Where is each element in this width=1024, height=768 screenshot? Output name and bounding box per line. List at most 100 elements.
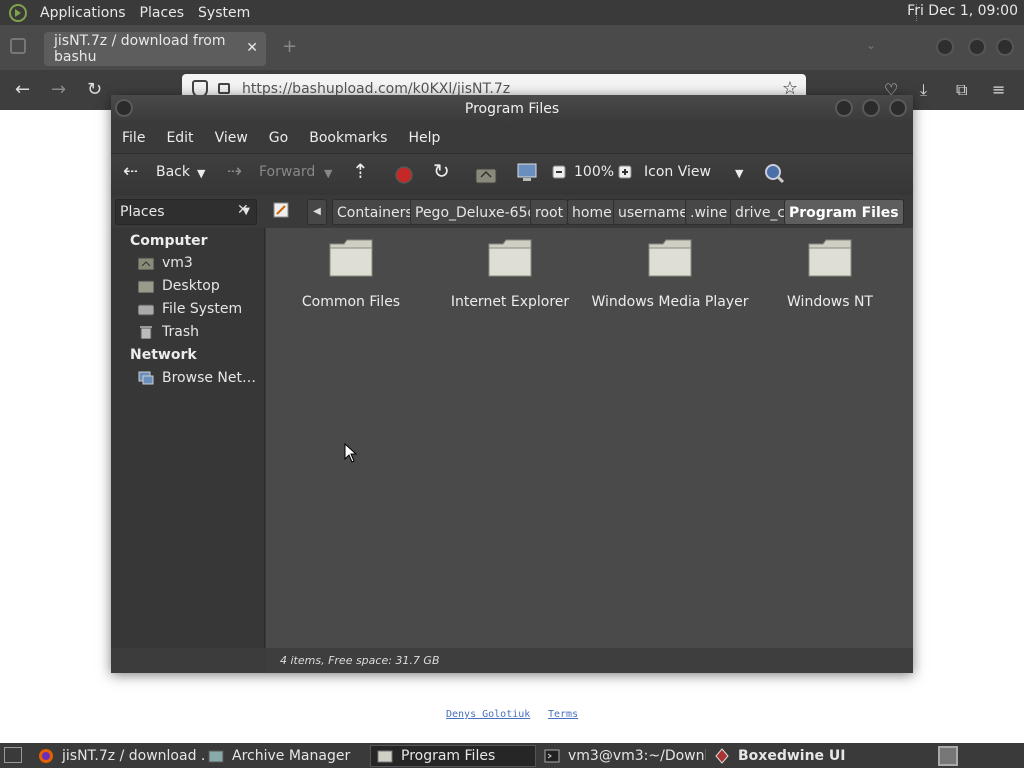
search-icon[interactable] (763, 162, 785, 188)
icon-view[interactable]: Common Files Internet Explorer Windows M… (266, 228, 913, 648)
window-titlebar[interactable]: Program Files (111, 95, 913, 123)
network-icon (138, 371, 154, 385)
folder-label: Windows NT (787, 294, 873, 310)
file-manager-window: Program Files File Edit View Go Bookmark… (111, 95, 913, 673)
reload-icon[interactable]: ↻ (433, 159, 450, 183)
breadcrumb-home[interactable]: home (567, 199, 617, 225)
window-menu-icon[interactable] (115, 99, 133, 117)
top-panel: Applications Places System Fri Dec 1, 09… (0, 0, 1024, 25)
breadcrumb-wine[interactable]: .wine (685, 199, 733, 225)
task-archive-manager[interactable]: Archive Manager (202, 745, 368, 767)
terms-link[interactable]: Terms (548, 709, 578, 720)
show-desktop-icon[interactable] (4, 747, 22, 763)
forward-history-chevron-icon[interactable]: ▼ (324, 167, 332, 180)
folder-icon (377, 750, 393, 763)
back-button[interactable]: Back (156, 164, 190, 180)
task-terminal[interactable]: vm3@vm3:~/Downl... (538, 745, 706, 767)
tab-list-chevron-icon[interactable]: ⌄ (866, 38, 876, 52)
maximize-icon[interactable] (862, 99, 880, 117)
home-folder-icon (138, 257, 154, 270)
sidebar-selector[interactable]: Places ▼ (115, 199, 257, 225)
zoom-out-icon[interactable] (552, 165, 566, 183)
path-scroll-left-icon[interactable]: ◀ (307, 199, 327, 225)
folder-item[interactable]: Windows Media Player (590, 238, 750, 310)
breadcrumb-username[interactable]: username (613, 199, 693, 225)
desktop-folder-icon (138, 280, 154, 293)
sidebar-item-label: Trash (162, 324, 199, 340)
maximize-icon[interactable] (968, 38, 986, 56)
minimize-icon[interactable] (835, 99, 853, 117)
wine-icon (715, 748, 729, 764)
back-icon[interactable]: ⇠ (123, 161, 138, 182)
close-icon[interactable] (889, 99, 907, 117)
hamburger-menu-icon[interactable]: ≡ (992, 80, 1005, 99)
minimize-icon[interactable] (936, 38, 954, 56)
firefox-tab[interactable]: jisNT.7z / download from bashu ✕ (44, 32, 266, 66)
forward-arrow-icon[interactable]: → (51, 79, 66, 100)
extensions-icon[interactable]: ⧉ (956, 80, 967, 100)
task-firefox[interactable]: jisNT.7z / download ... (32, 745, 204, 767)
menu-help[interactable]: Help (408, 130, 440, 146)
stop-icon[interactable] (394, 165, 414, 189)
breadcrumb-program-files[interactable]: Program Files (784, 199, 904, 225)
mate-logo-icon[interactable] (8, 3, 28, 23)
edit-location-icon[interactable] (273, 202, 289, 222)
zoom-level[interactable]: 100% (574, 164, 614, 180)
task-boxedwine[interactable]: Boxedwine UI (708, 745, 874, 767)
breadcrumb-root[interactable]: root (530, 199, 569, 225)
home-folder-icon[interactable] (475, 164, 497, 188)
folder-label: Common Files (301, 294, 401, 310)
view-mode-chevron-icon[interactable]: ▼ (735, 167, 743, 180)
reload-icon[interactable]: ↻ (87, 79, 102, 100)
folder-item[interactable]: Common Files (271, 238, 431, 310)
task-label: Archive Manager (232, 748, 351, 764)
trash-icon (140, 326, 152, 339)
new-tab-icon[interactable]: + (282, 36, 297, 57)
back-arrow-icon[interactable]: ← (15, 79, 30, 100)
download-icon[interactable]: ⤓ (920, 80, 927, 100)
back-history-chevron-icon[interactable]: ▼ (197, 167, 205, 180)
tab-close-icon[interactable]: ✕ (246, 40, 258, 56)
forward-icon[interactable]: ⇢ (227, 161, 242, 182)
up-arrow-icon[interactable]: ⇡ (352, 159, 369, 183)
sidebar-item-file-system[interactable]: File System (138, 301, 242, 317)
sidebar-item-label: Browse Net… (162, 370, 257, 386)
menu-file[interactable]: File (122, 130, 145, 146)
clock[interactable]: Fri Dec 1, 09:00 (907, 3, 1018, 19)
workspace-switcher[interactable] (938, 746, 958, 766)
forward-button[interactable]: Forward (259, 164, 315, 180)
menu-edit[interactable]: Edit (166, 130, 193, 146)
folder-label: Internet Explorer (450, 294, 570, 310)
breadcrumb-pego[interactable]: Pego_Deluxe-65d (410, 199, 542, 225)
firefox-view-icon[interactable] (10, 38, 26, 54)
sidebar-item-browse-network[interactable]: Browse Net… (138, 370, 256, 386)
author-link[interactable]: Denys Golotiuk (446, 709, 530, 720)
zoom-in-icon[interactable] (618, 165, 632, 183)
places-menu[interactable]: Places (134, 5, 193, 21)
sidebar-item-vm3[interactable]: vm3 (138, 255, 193, 271)
toolbar: ⇠ Back ▼ ⇢ Forward ▼ ⇡ ↻ 100% Icon View … (111, 153, 913, 195)
lock-icon[interactable] (218, 83, 230, 94)
breadcrumb-drive-c[interactable]: drive_c (730, 199, 791, 225)
menu-go[interactable]: Go (269, 130, 288, 146)
task-program-files[interactable]: Program Files (370, 745, 536, 767)
status-bar: 4 items, Free space: 31.7 GB (266, 648, 913, 673)
folder-item[interactable]: Internet Explorer (430, 238, 590, 310)
close-window-icon[interactable] (996, 38, 1014, 56)
sidebar-item-trash[interactable]: Trash (138, 324, 199, 340)
folder-item[interactable]: Windows NT (750, 238, 910, 310)
sidebar-item-desktop[interactable]: Desktop (138, 278, 220, 294)
computer-icon[interactable] (516, 162, 538, 188)
applications-menu[interactable]: Applications (34, 5, 134, 21)
system-menu[interactable]: System (192, 5, 258, 21)
task-label: Boxedwine UI (738, 748, 846, 764)
view-mode-select[interactable]: Icon View (644, 164, 711, 180)
firefox-icon (39, 749, 53, 763)
breadcrumb-containers[interactable]: Containers (332, 199, 418, 225)
task-label: jisNT.7z / download ... (62, 748, 204, 764)
terminal-icon (544, 749, 560, 763)
menu-view[interactable]: View (215, 130, 248, 146)
menu-bookmarks[interactable]: Bookmarks (309, 130, 387, 146)
sidebar-selector-label: Places (120, 204, 165, 220)
close-sidebar-icon[interactable]: ✕ (237, 202, 249, 218)
